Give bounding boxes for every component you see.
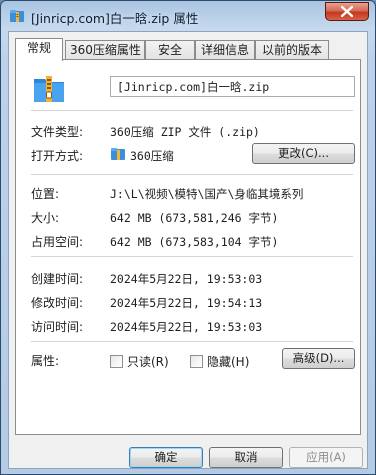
general-tab-panel: 文件类型: 360压缩 ZIP 文件 (.zip) 打开方式: 360压缩 更改… [15, 59, 361, 435]
hidden-checkbox[interactable]: 隐藏(H) [190, 353, 249, 370]
readonly-checkbox[interactable]: 只读(R) [110, 353, 169, 370]
properties-window: [Jinricp.com]白一晗.zip 属性 常规 360压缩属性 安全 详细… [0, 0, 376, 475]
tab-label: 以前的版本 [261, 43, 322, 57]
change-button[interactable]: 更改(C)... [252, 143, 355, 164]
tab-label: 安全 [157, 43, 182, 57]
size-on-disk-value: 642 MB (673,583,104 字节) [110, 235, 279, 249]
apply-button[interactable]: 应用(A) [289, 447, 363, 468]
created-value: 2024年5月22日, 19:53:03 [110, 272, 263, 286]
tab-security[interactable]: 安全 [145, 40, 195, 60]
tab-label: 详细信息 [200, 43, 249, 57]
zip-archive-icon [9, 8, 25, 24]
tab-details[interactable]: 详细信息 [195, 40, 255, 60]
window-title: [Jinricp.com]白一晗.zip 属性 [31, 11, 199, 26]
readonly-label: 只读(R) [127, 355, 169, 369]
modified-label: 修改时间: [31, 296, 84, 310]
divider [31, 174, 353, 175]
hidden-checkbox-box[interactable] [190, 355, 203, 368]
ok-button[interactable]: 确定 [129, 447, 203, 468]
divider [31, 341, 353, 342]
tab-previous-versions[interactable]: 以前的版本 [255, 40, 329, 60]
hidden-label: 隐藏(H) [207, 355, 250, 369]
file-type-value: 360压缩 ZIP 文件 (.zip) [110, 125, 260, 139]
accessed-value: 2024年5月22日, 19:53:03 [110, 320, 263, 334]
zip-file-icon [32, 71, 66, 105]
open-with-label: 打开方式: [31, 149, 84, 163]
tab-label: 360压缩属性 [70, 43, 141, 57]
close-button[interactable] [325, 2, 369, 21]
cancel-button[interactable]: 取消 [209, 447, 283, 468]
accessed-label: 访问时间: [31, 320, 84, 334]
divider [31, 110, 353, 111]
divider [31, 256, 353, 257]
tab-360-properties[interactable]: 360压缩属性 [65, 40, 145, 60]
readonly-checkbox-box[interactable] [110, 355, 123, 368]
open-with-value: 360压缩 [130, 149, 174, 163]
advanced-button[interactable]: 高级(D)... [282, 348, 355, 369]
size-label: 大小: [31, 211, 60, 225]
tab-general[interactable]: 常规 [15, 38, 63, 61]
size-value: 642 MB (673,581,246 字节) [110, 211, 279, 225]
attributes-label: 属性: [31, 354, 60, 368]
title-bar[interactable]: [Jinricp.com]白一晗.zip 属性 [1, 1, 375, 31]
dialog-client-area: 常规 360压缩属性 安全 详细信息 以前的版本 文件类型: [8, 31, 368, 469]
size-on-disk-label: 占用空间: [31, 235, 84, 249]
modified-value: 2024年5月22日, 19:54:13 [110, 296, 263, 310]
created-label: 创建时间: [31, 272, 84, 286]
360zip-icon [110, 146, 126, 162]
location-value: J:\L\视频\模特\国产\身临其境系列 [110, 187, 304, 201]
location-label: 位置: [31, 187, 60, 201]
file-type-label: 文件类型: [31, 125, 84, 139]
close-icon [341, 6, 353, 17]
file-name-field[interactable] [110, 76, 355, 97]
tab-label: 常规 [26, 41, 51, 55]
